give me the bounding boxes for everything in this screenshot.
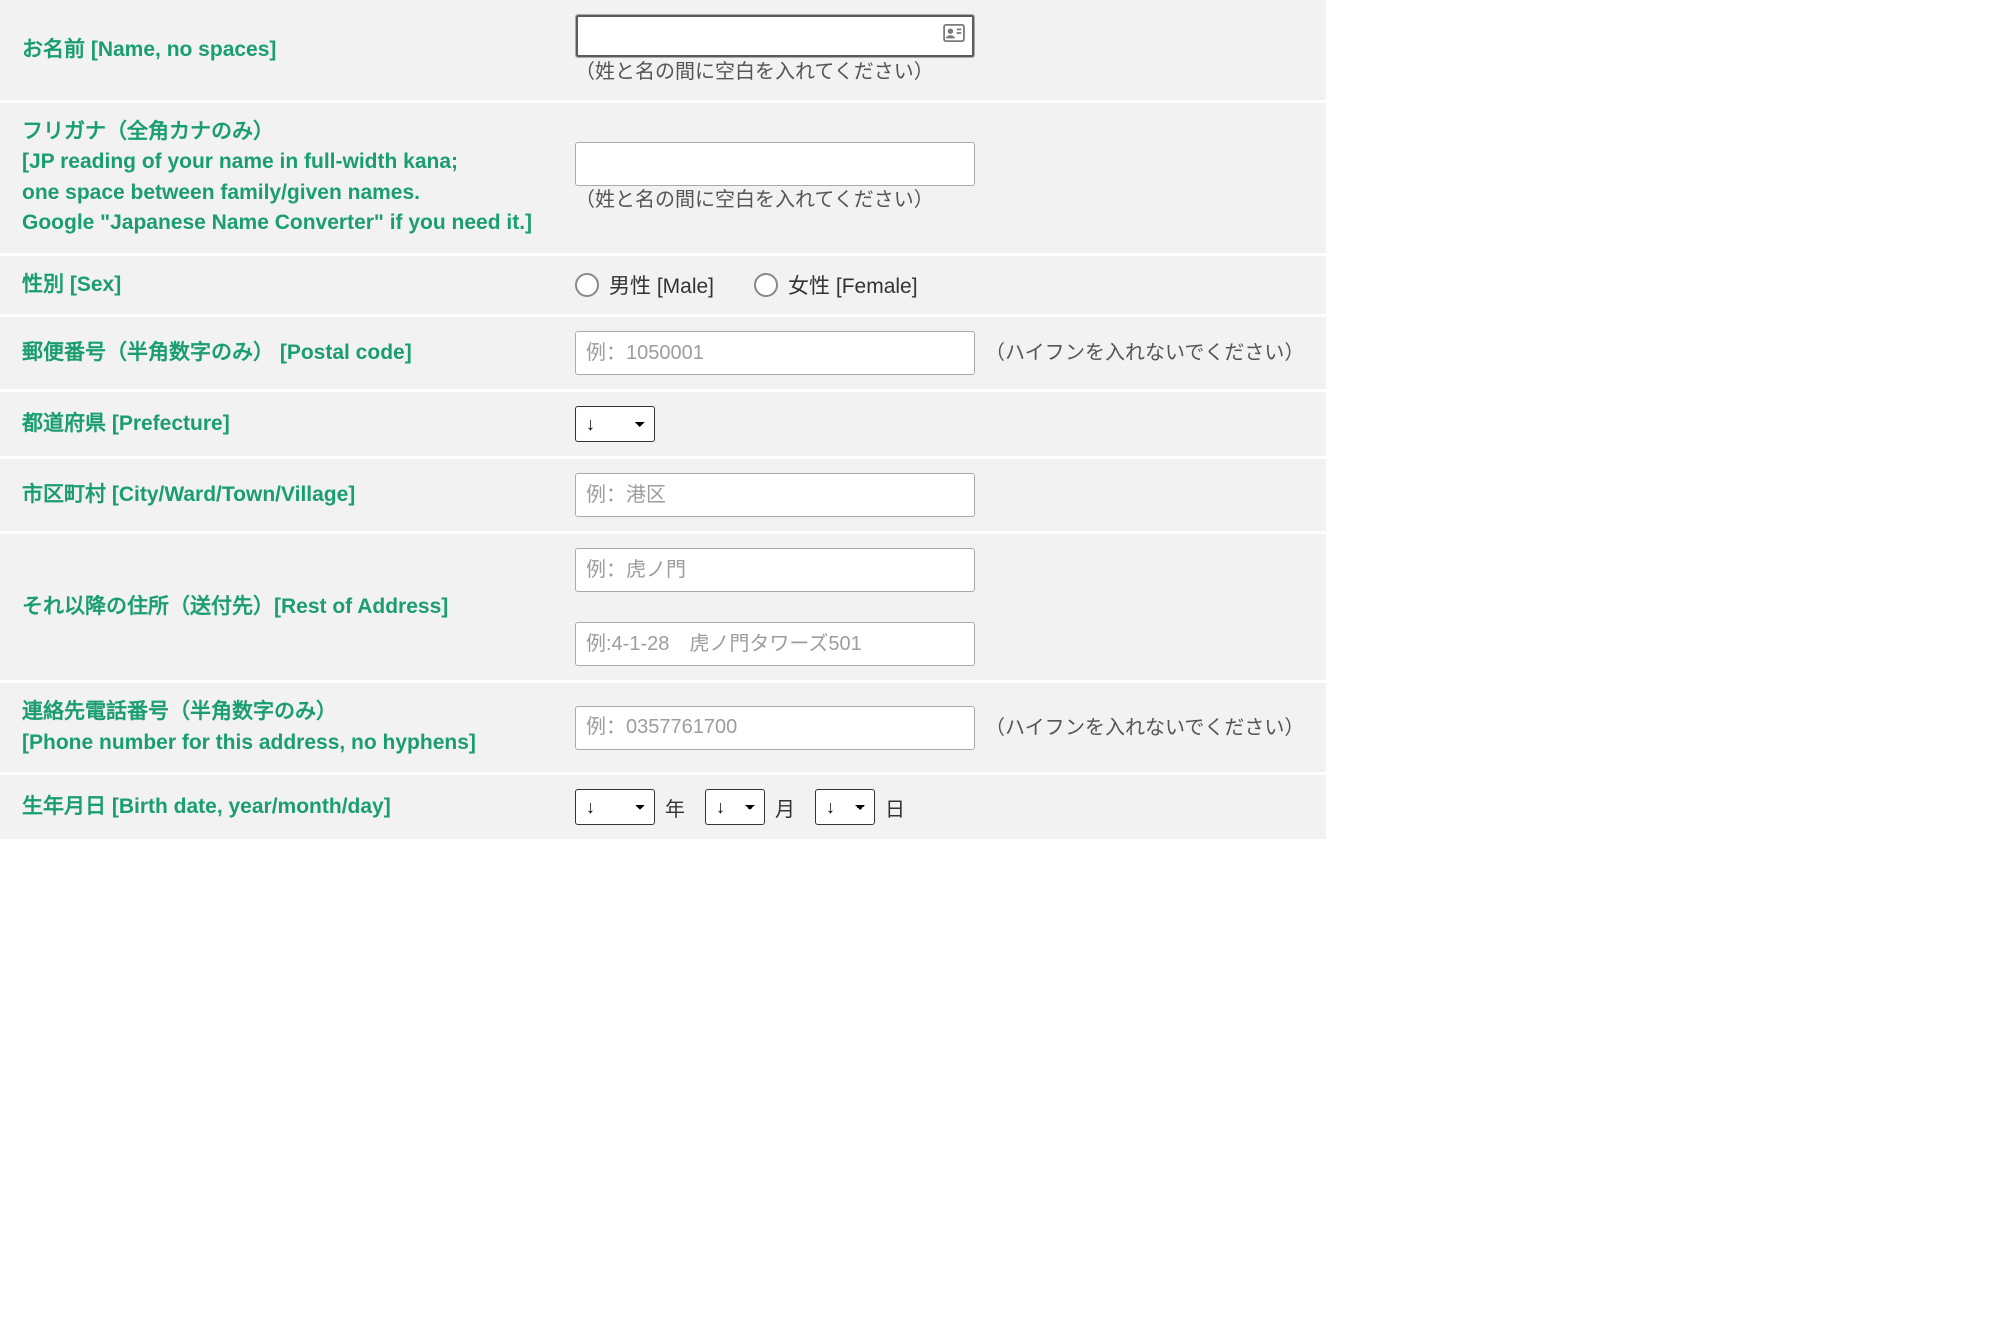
cell-name: （姓と名の間に空白を入れてください） [575,14,1326,86]
address-line2-input[interactable] [575,622,975,666]
postal-input[interactable] [575,331,975,375]
label-birthdate: 生年月日 [Birth date, year/month/day] [0,792,575,822]
sex-female-label: 女性 [Female] [788,270,918,300]
prefecture-select[interactable]: ↓ [575,406,655,442]
cell-sex: 男性 [Male] 女性 [Female] [575,270,1326,300]
cell-birthdate: ↓ 年 ↓ 月 ↓ 日 [575,789,1326,825]
year-unit: 年 [665,793,685,822]
label-name: お名前 [Name, no spaces] [0,35,575,65]
birth-day-select[interactable]: ↓ [815,789,875,825]
label-sex: 性別 [Sex] [0,270,575,300]
furigana-hint: （姓と名の間に空白を入れてください） [575,186,934,214]
row-birthdate: 生年月日 [Birth date, year/month/day] ↓ 年 ↓ … [0,775,1326,842]
label-rest-address: それ以降の住所（送付先）[Rest of Address] [0,592,575,622]
label-prefecture: 都道府県 [Prefecture] [0,409,575,439]
registration-form: お名前 [Name, no spaces] （姓と名の間に空白を入れてください）… [0,0,1326,842]
row-prefecture: 都道府県 [Prefecture] ↓ [0,392,1326,459]
postal-hint: （ハイフンを入れないでください） [985,339,1304,367]
name-hint: （姓と名の間に空白を入れてください） [575,58,934,86]
radio-icon [754,273,778,297]
label-phone: 連絡先電話番号（半角数字のみ） [Phone number for this a… [0,697,575,758]
cell-furigana: （姓と名の間に空白を入れてください） [575,142,1326,214]
row-postal: 郵便番号（半角数字のみ） [Postal code] （ハイフンを入れないでくだ… [0,317,1326,392]
cell-postal: （ハイフンを入れないでください） [575,331,1326,375]
birth-year-select[interactable]: ↓ [575,789,655,825]
row-sex: 性別 [Sex] 男性 [Male] 女性 [Female] [0,256,1326,317]
day-unit: 日 [885,793,905,822]
sex-radio-group: 男性 [Male] 女性 [Female] [575,270,918,300]
cell-prefecture: ↓ [575,406,1326,442]
phone-input[interactable] [575,706,975,750]
city-input[interactable] [575,473,975,517]
row-phone: 連絡先電話番号（半角数字のみ） [Phone number for this a… [0,683,1326,775]
row-rest-address: それ以降の住所（送付先）[Rest of Address] [0,534,1326,683]
label-city: 市区町村 [City/Ward/Town/Village] [0,480,575,510]
row-city: 市区町村 [City/Ward/Town/Village] [0,459,1326,534]
address-line1-input[interactable] [575,548,975,592]
phone-hint: （ハイフンを入れないでください） [985,714,1304,742]
label-postal: 郵便番号（半角数字のみ） [Postal code] [0,338,575,368]
sex-male-radio[interactable]: 男性 [Male] [575,270,714,300]
radio-icon [575,273,599,297]
cell-city [575,473,1326,517]
sex-female-radio[interactable]: 女性 [Female] [754,270,918,300]
name-input[interactable] [575,14,975,58]
label-furigana: フリガナ（全角カナのみ） [JP reading of your name in… [0,117,575,239]
cell-rest-address [575,548,1326,666]
sex-male-label: 男性 [Male] [609,270,714,300]
row-name: お名前 [Name, no spaces] （姓と名の間に空白を入れてください） [0,0,1326,103]
furigana-input[interactable] [575,142,975,186]
row-furigana: フリガナ（全角カナのみ） [JP reading of your name in… [0,103,1326,256]
cell-phone: （ハイフンを入れないでください） [575,706,1326,750]
birth-month-select[interactable]: ↓ [705,789,765,825]
month-unit: 月 [775,793,795,822]
